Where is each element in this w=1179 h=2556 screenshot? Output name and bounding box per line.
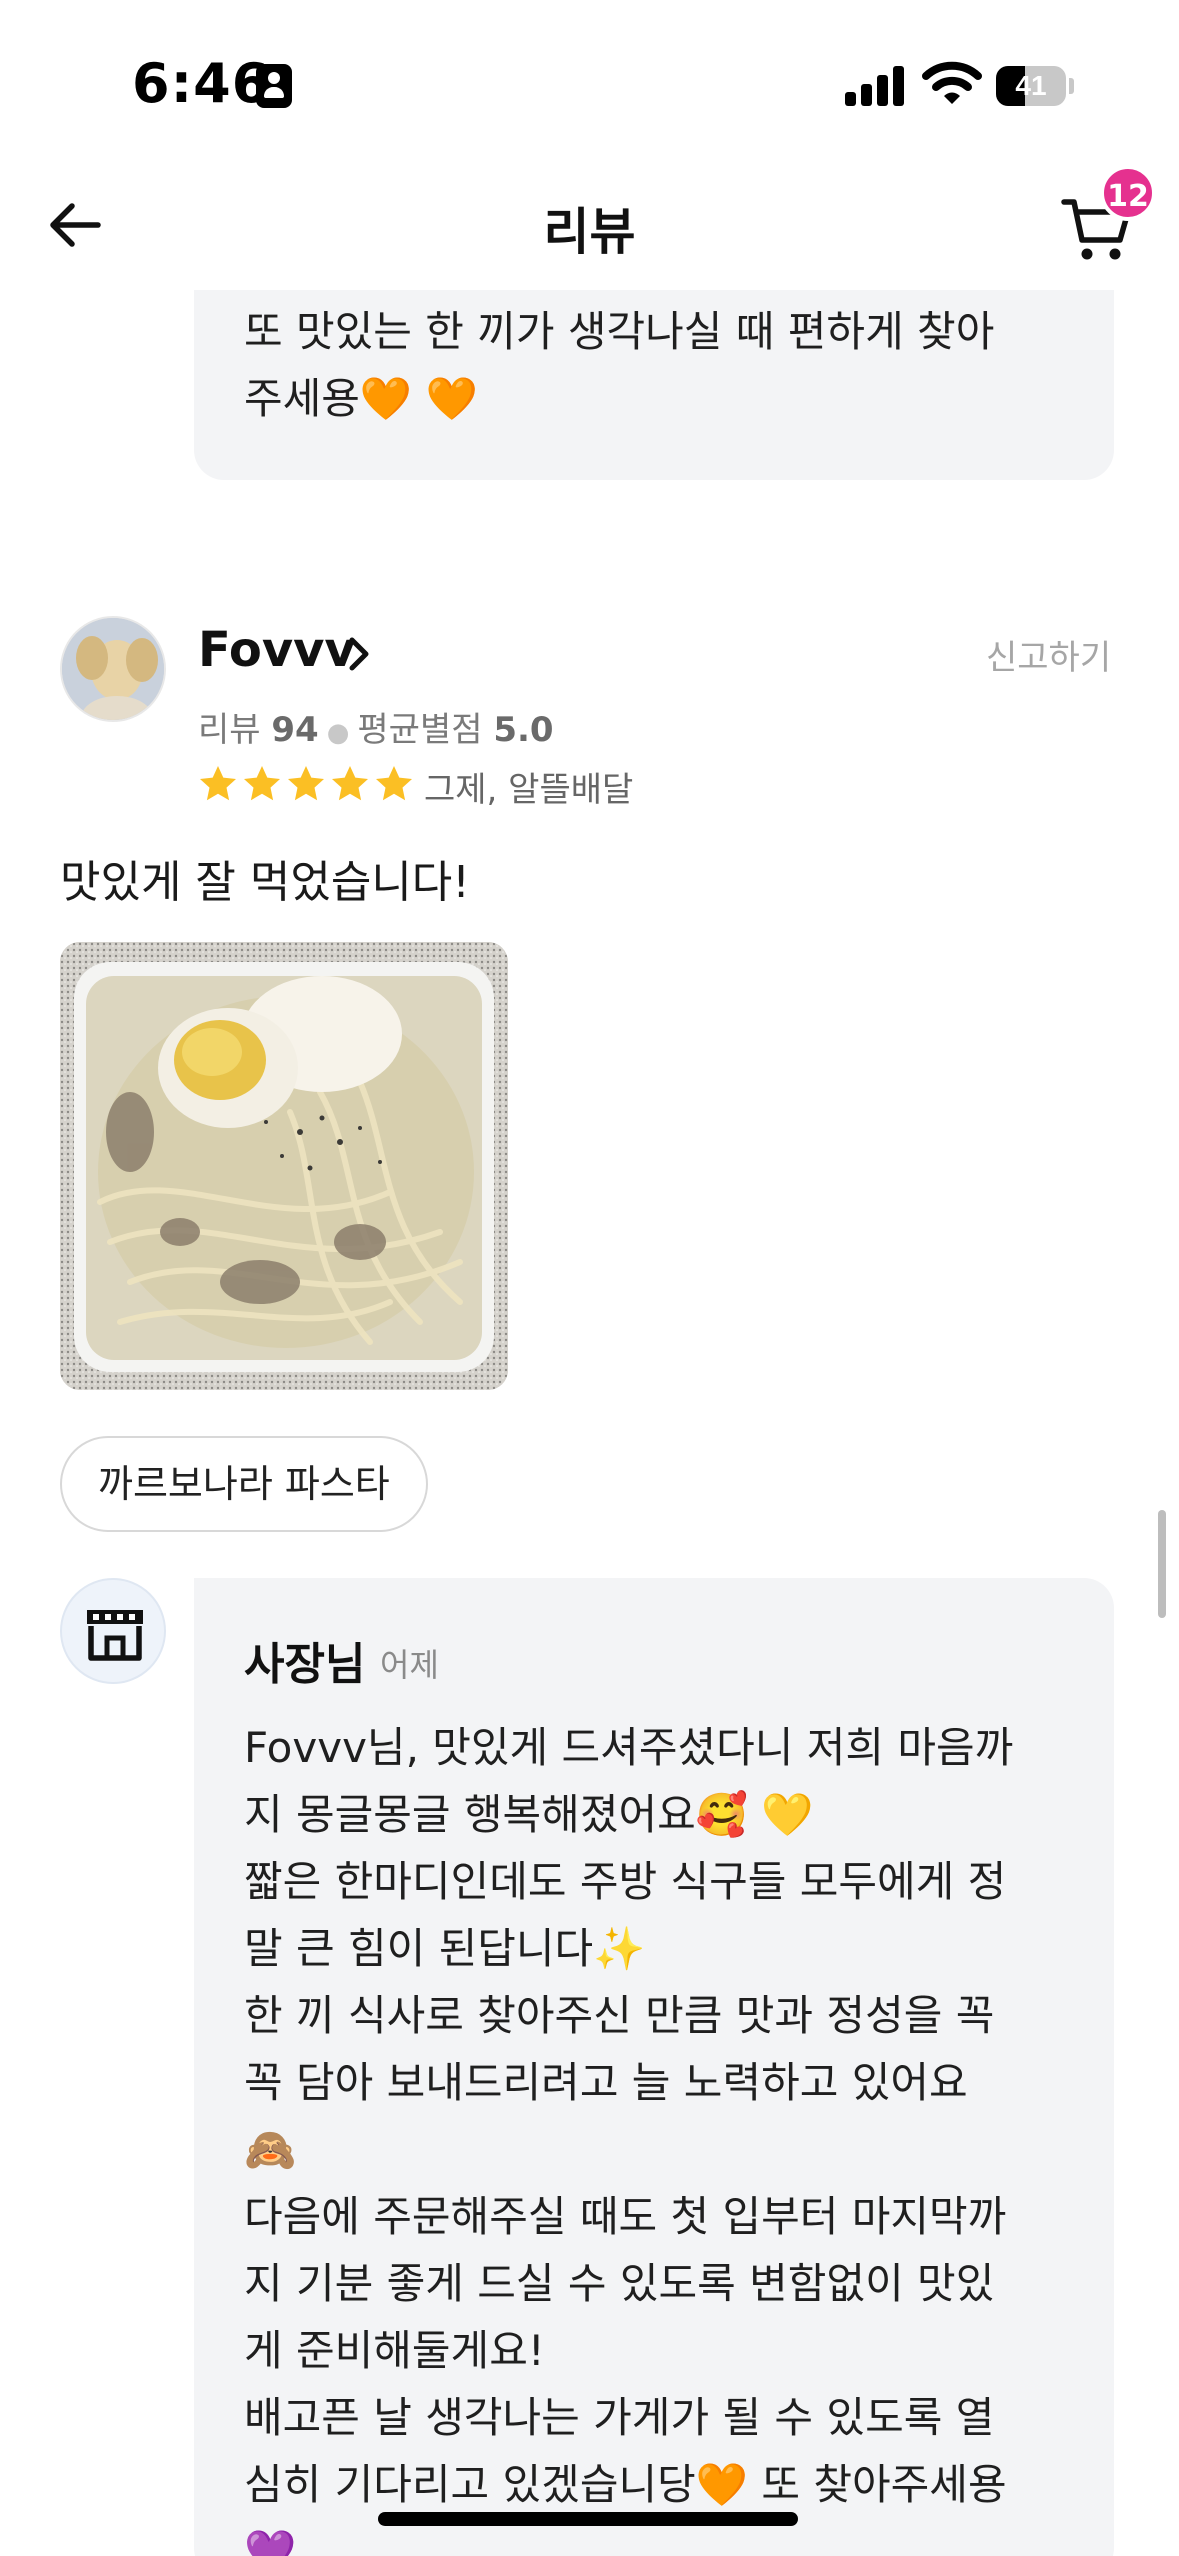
avg-rating: 5.0: [493, 710, 554, 750]
chevron-right-icon[interactable]: [344, 632, 374, 676]
previous-owner-reply: 또 맛있는 한 끼가 생각나실 때 편하게 찾아 주세용🧡 🧡: [194, 290, 1114, 480]
wifi-icon: [922, 61, 982, 104]
cellular-signal-icon: [845, 64, 907, 106]
page-title: 리뷰: [543, 203, 636, 261]
review-count-label: 리뷰: [198, 710, 261, 750]
review-photo[interactable]: [60, 942, 508, 1390]
star-icon: [332, 766, 368, 801]
review-count: 94: [271, 710, 319, 750]
previous-reply-text: 또 맛있는 한 끼가 생각나실 때 편하게 찾아 주세용🧡 🧡: [244, 307, 995, 423]
order-date-delivery: 그제, 알뜰배달: [424, 770, 634, 810]
home-indicator[interactable]: [378, 2512, 798, 2526]
star-icon: [376, 766, 412, 801]
store-icon: [87, 1610, 143, 1661]
owner-avatar: [60, 1578, 166, 1684]
star-icon: [288, 766, 324, 801]
focus-person-icon: [256, 64, 292, 108]
top-app-bar: 리뷰: [0, 170, 1179, 290]
reviewer-stats: 리뷰 94 ● 평균별점 5.0: [198, 702, 554, 751]
review-text: 맛있게 잘 먹었습니다!: [60, 857, 470, 908]
separator-dot: ●: [326, 718, 350, 748]
owner-reply-bubble: 사장님 어제 Fovvv님, 맛있게 드셔주셨다니 저희 마음까 지 몽글몽글 …: [194, 1578, 1114, 2556]
cart-count-badge: 12: [1100, 165, 1156, 221]
status-time: 6:46: [132, 52, 271, 115]
avg-rating-label: 평균별점: [357, 710, 483, 750]
reviewer-avatar[interactable]: [60, 616, 166, 722]
star-rating: [198, 764, 414, 808]
battery-icon: 41: [996, 66, 1066, 106]
menu-item-chip[interactable]: 까르보나라 파스타: [60, 1436, 428, 1532]
star-icon: [244, 766, 280, 801]
reviewer-avatar-image: [62, 618, 164, 720]
battery-tip: [1069, 78, 1074, 94]
status-bar: 6:46 41: [0, 0, 1179, 170]
carbonara-photo: [60, 942, 508, 1390]
report-button[interactable]: 신고하기: [986, 630, 1111, 679]
reviewer-nickname[interactable]: Fovvv: [198, 622, 356, 678]
owner-reply-date: 어제: [380, 1646, 439, 1684]
scrollbar[interactable]: [1158, 1510, 1166, 1618]
owner-reply-text: Fovvv님, 맛있게 드셔주셨다니 저희 마음까 지 몽글몽글 행복해졌어요🥰…: [244, 1723, 1014, 2556]
battery-level: 41: [1015, 70, 1047, 101]
owner-name: 사장님: [244, 1639, 366, 1690]
star-icon: [200, 766, 236, 801]
